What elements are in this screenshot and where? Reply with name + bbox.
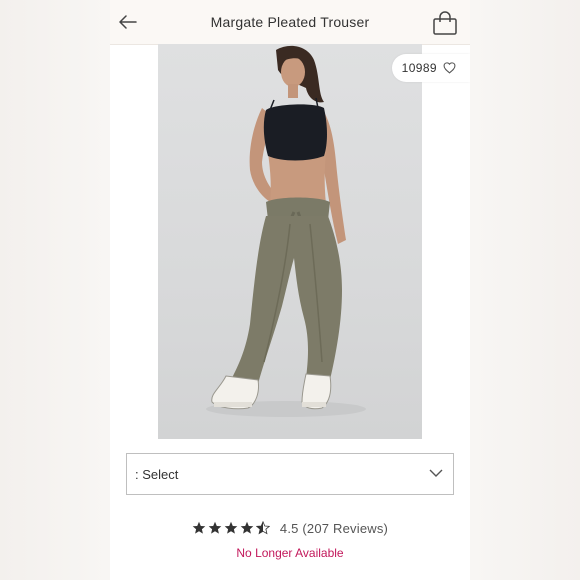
star-half-icon xyxy=(255,521,270,535)
rating-row[interactable]: 4.5 (207 Reviews) xyxy=(110,519,470,537)
product-photo[interactable] xyxy=(158,44,422,439)
background-left xyxy=(0,0,110,580)
likes-button[interactable]: 10989 xyxy=(391,54,470,82)
shopping-bag-button[interactable] xyxy=(432,10,458,36)
heart-outline-icon xyxy=(443,62,456,74)
product-screen: Margate Pleated Trouser 10989: Select 4… xyxy=(110,0,470,580)
likes-count: 10989 xyxy=(401,61,437,75)
star-full-icon xyxy=(240,521,254,534)
star-full-icon xyxy=(192,521,206,534)
size-select-label: : Select xyxy=(135,467,179,482)
shopping-bag-icon xyxy=(433,11,457,35)
star-full-icon xyxy=(224,521,238,534)
size-select[interactable]: : Select xyxy=(126,453,454,495)
arrow-left-icon xyxy=(119,15,137,29)
model-wearing-trouser-image xyxy=(206,45,366,417)
star-rating xyxy=(192,521,270,535)
background-right xyxy=(470,0,580,580)
top-bar: Margate Pleated Trouser xyxy=(110,0,470,45)
back-button[interactable] xyxy=(114,8,142,36)
availability-status: No Longer Available xyxy=(236,546,344,560)
star-full-icon xyxy=(208,521,222,534)
chevron-down-icon xyxy=(429,469,443,477)
rating-text: 4.5 (207 Reviews) xyxy=(279,520,389,536)
page-title: Margate Pleated Trouser xyxy=(210,14,370,30)
